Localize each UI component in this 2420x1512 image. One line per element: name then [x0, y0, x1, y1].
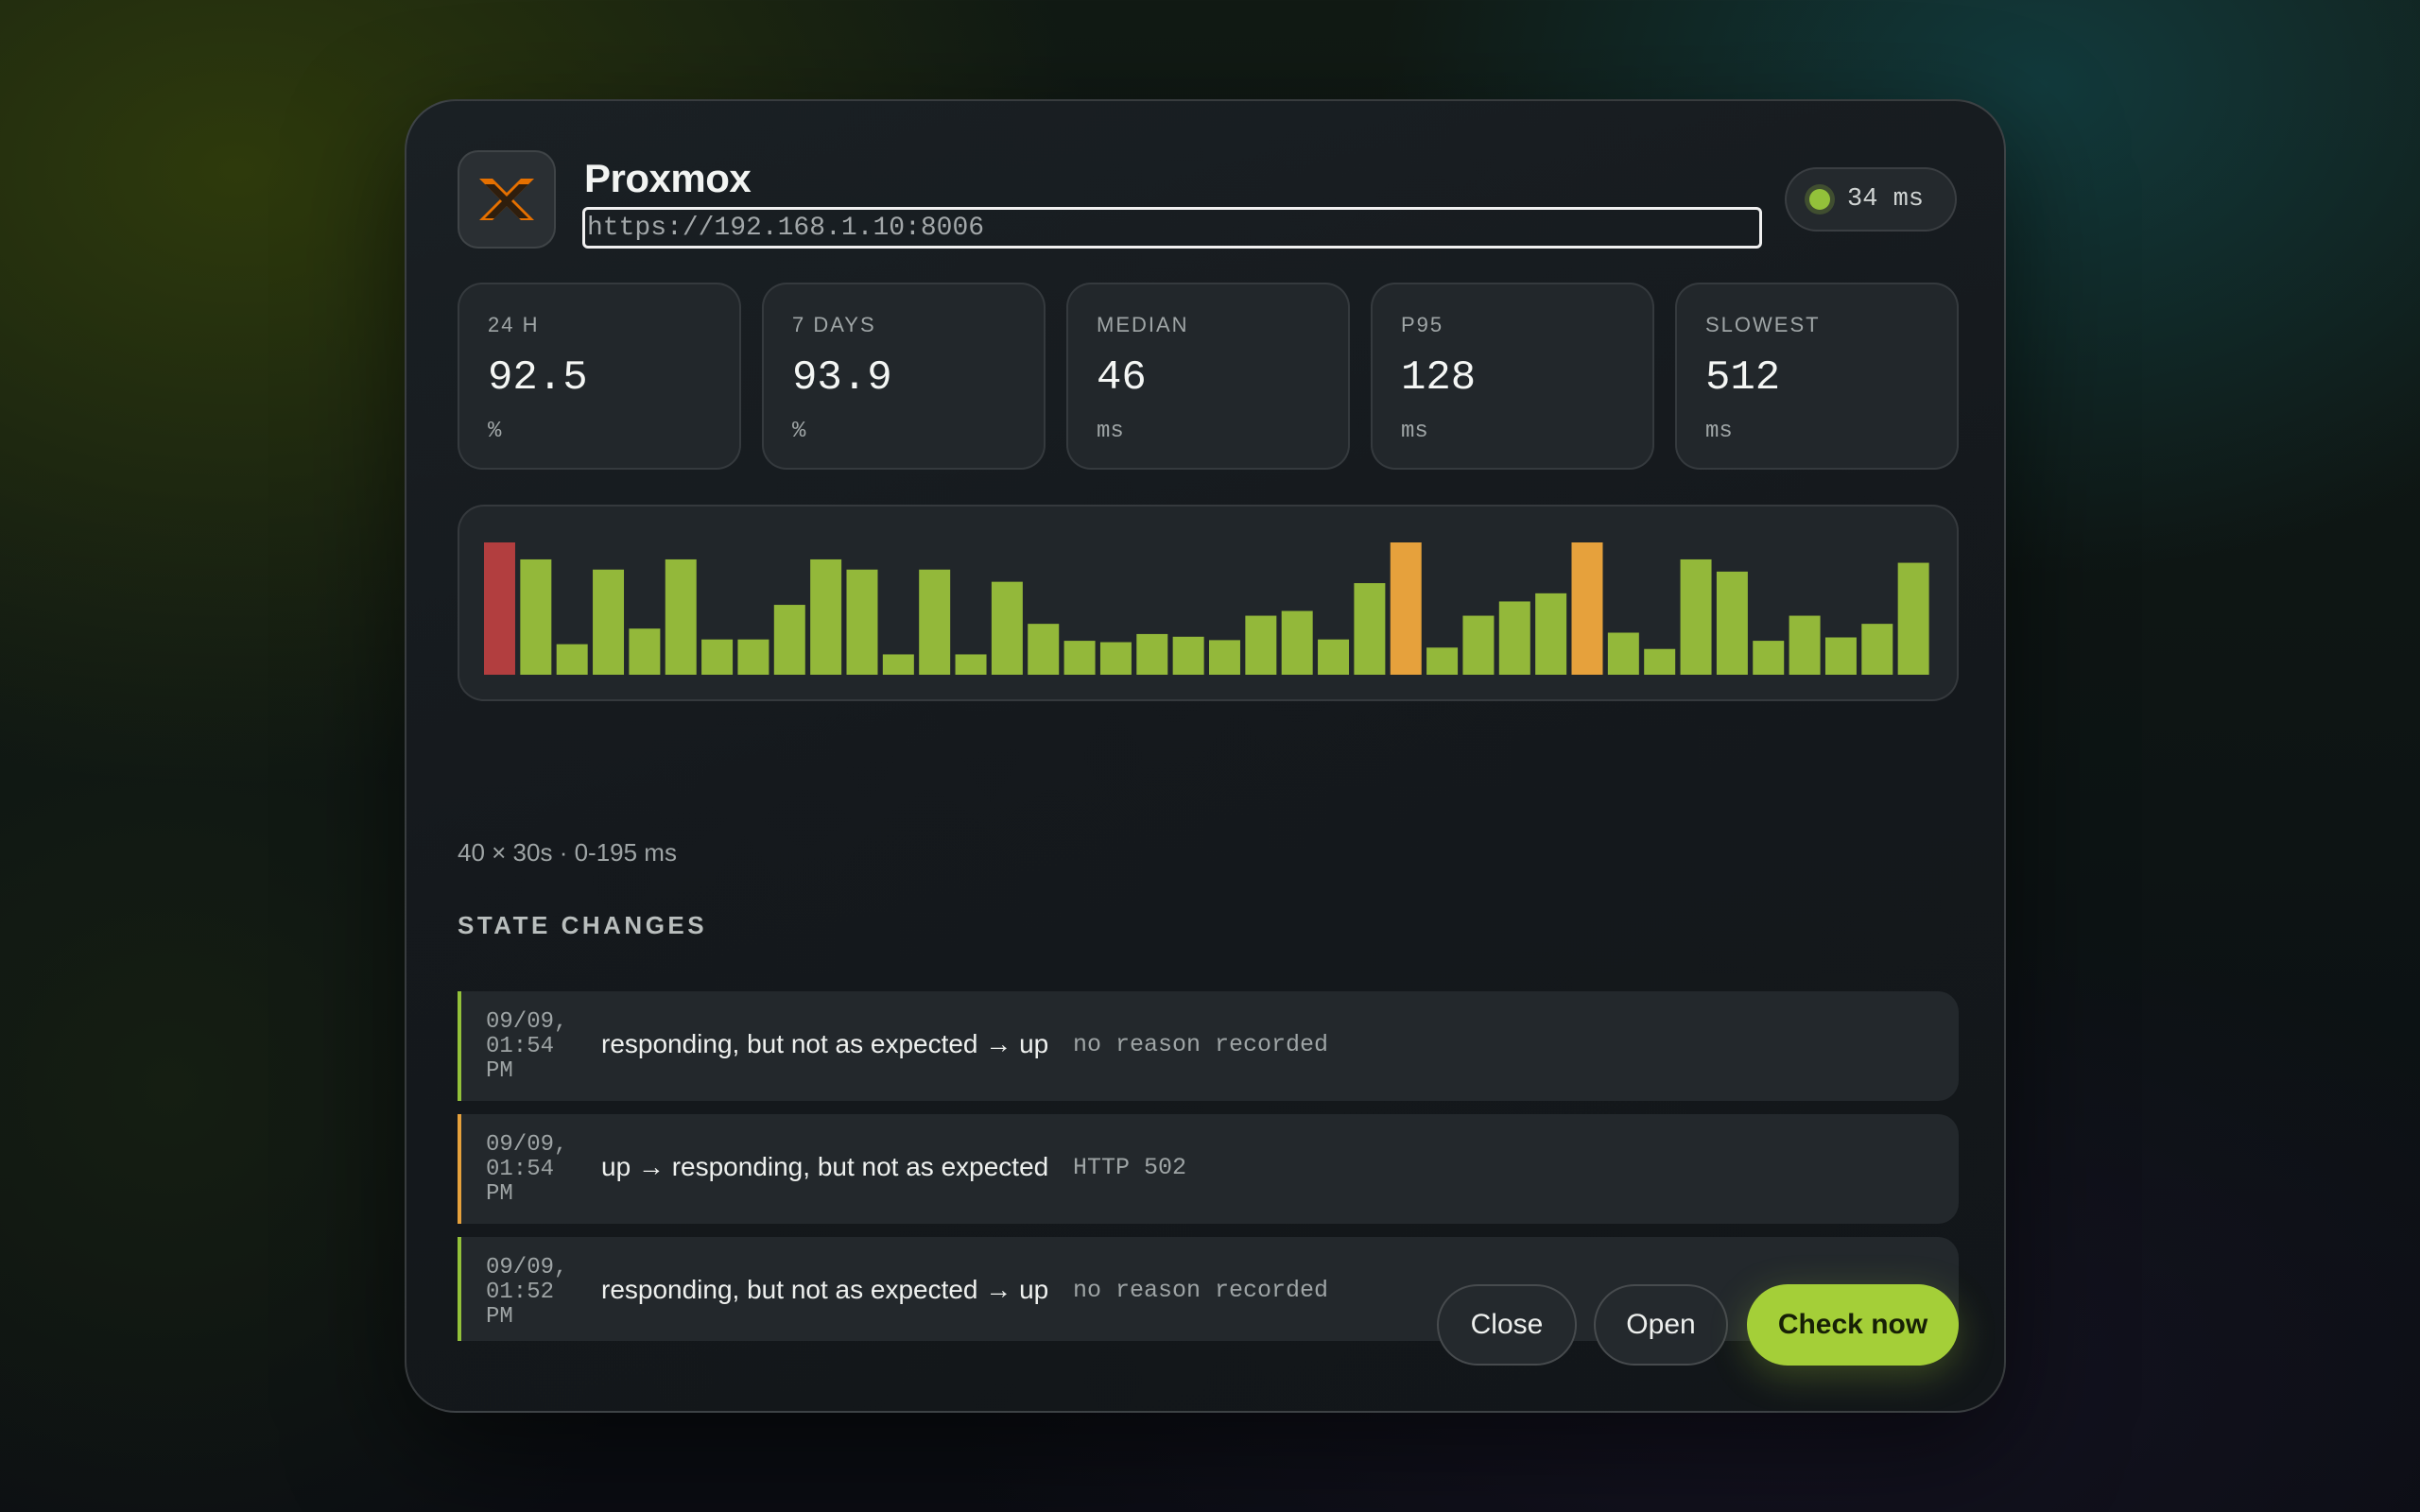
latency-bar — [810, 558, 842, 675]
event-time: 09/09, 01:54 PM — [486, 1132, 568, 1207]
stat-card-p95: P95 128 ms — [1371, 283, 1654, 470]
event-transition: responding, but not as expected → up — [601, 1029, 1049, 1058]
stat-value: 46 — [1097, 354, 1147, 402]
event-reason: HTTP 502 — [1073, 1154, 1187, 1181]
latency-bar — [1789, 615, 1821, 675]
stat-label: P95 — [1401, 313, 1444, 336]
latency-bar — [1245, 615, 1277, 675]
latency-bar — [1390, 542, 1422, 675]
event-reason: no reason recorded — [1073, 1277, 1329, 1304]
state-changes-title: STATE CHANGES — [458, 911, 708, 939]
stat-label: MEDIAN — [1097, 313, 1189, 336]
open-button[interactable]: Open — [1594, 1284, 1728, 1366]
stat-value: 512 — [1705, 354, 1781, 402]
latency-bar — [1897, 562, 1929, 675]
event-time: 09/09, 01:52 PM — [486, 1255, 568, 1330]
latency-bar — [701, 639, 734, 675]
event-time: 09/09, 01:54 PM — [486, 1009, 568, 1084]
latency-bar — [846, 569, 878, 675]
latency-bar — [1824, 637, 1857, 675]
latency-bar — [1607, 632, 1639, 675]
latency-bar — [991, 581, 1023, 675]
latency-bar — [1281, 610, 1313, 675]
stat-unit: ms — [1401, 419, 1428, 444]
latency-bar — [1644, 648, 1676, 675]
latency-bar — [1354, 583, 1386, 675]
latency-value: 34 ms — [1847, 185, 1925, 214]
latency-bar — [737, 639, 769, 675]
latency-bar — [1861, 624, 1893, 675]
latency-bar — [1426, 647, 1459, 675]
stat-value: 128 — [1401, 354, 1477, 402]
proxmox-logo-icon — [458, 150, 556, 249]
state-change-row: 09/09, 01:52 PM responding, but not as e… — [458, 1237, 1959, 1341]
latency-bar — [1716, 571, 1748, 675]
chart-caption: 40 × 30s · 0-195 ms — [458, 838, 677, 867]
latency-bar — [882, 654, 914, 675]
monitor-detail-dialog: Proxmox 34 ms 24 H 92.5 % 7 DAYS 93.9 % … — [405, 99, 2006, 1413]
latency-bar — [556, 644, 588, 675]
event-reason: no reason recorded — [1073, 1031, 1329, 1058]
latency-bar — [1318, 639, 1350, 675]
stat-label: 7 DAYS — [792, 313, 876, 336]
latency-bar — [1462, 615, 1495, 675]
latency-bar — [1099, 642, 1132, 675]
stat-label: 24 H — [488, 313, 540, 336]
state-change-row: 09/09, 01:54 PM up → responding, but not… — [458, 1114, 1959, 1224]
latency-bar — [1535, 593, 1567, 675]
latency-bar — [593, 569, 625, 675]
stat-value: 93.9 — [792, 354, 892, 402]
state-changes-list: 09/09, 01:54 PM responding, but not as e… — [458, 991, 1959, 1341]
latency-bar — [955, 654, 987, 675]
latency-badge: 34 ms — [1785, 167, 1957, 232]
latency-bars — [484, 542, 1929, 675]
stat-card-slowest: SLOWEST 512 ms — [1675, 283, 1959, 470]
stat-unit: ms — [1705, 419, 1733, 444]
latency-bar — [1136, 633, 1168, 675]
stat-card-median: MEDIAN 46 ms — [1066, 283, 1350, 470]
status-dot-icon — [1809, 189, 1830, 210]
latency-bar — [1753, 641, 1785, 675]
stat-unit: % — [488, 419, 502, 444]
check-now-button[interactable]: Check now — [1747, 1284, 1959, 1366]
app-title: Proxmox — [584, 156, 752, 200]
latency-bar — [629, 628, 661, 675]
url-field[interactable] — [582, 207, 1762, 249]
close-button[interactable]: Close — [1437, 1284, 1577, 1366]
latency-bar — [665, 558, 697, 675]
stat-unit: % — [792, 419, 806, 444]
stat-unit: ms — [1097, 419, 1124, 444]
latency-bar — [1063, 641, 1096, 675]
latency-bar — [1680, 558, 1712, 675]
latency-bar — [919, 569, 951, 675]
latency-bar — [773, 605, 805, 675]
latency-bar — [484, 542, 515, 675]
latency-bar — [1571, 542, 1603, 675]
latency-bar — [1028, 624, 1060, 675]
event-transition: up → responding, but not as expected — [601, 1152, 1049, 1181]
stat-value: 92.5 — [488, 354, 588, 402]
event-transition: responding, but not as expected → up — [601, 1275, 1049, 1304]
latency-bar — [1172, 636, 1204, 675]
latency-bar — [1209, 640, 1240, 675]
latency-history-chart — [458, 505, 1959, 701]
latency-bar — [520, 558, 552, 675]
stat-label: SLOWEST — [1705, 313, 1821, 336]
stat-card-24h: 24 H 92.5 % — [458, 283, 741, 470]
stat-card-7days: 7 DAYS 93.9 % — [762, 283, 1046, 470]
latency-bar — [1498, 601, 1530, 675]
state-change-row: 09/09, 01:54 PM responding, but not as e… — [458, 991, 1959, 1101]
